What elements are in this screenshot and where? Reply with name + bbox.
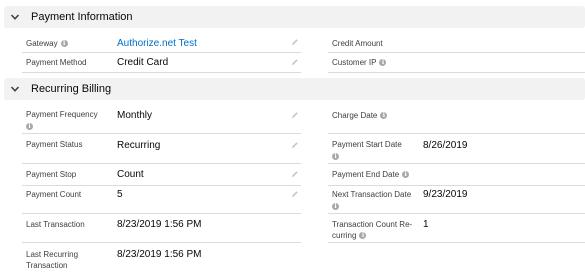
section-title: Recurring Billing (31, 83, 112, 95)
pencil-icon[interactable] (291, 58, 299, 66)
field-label-payment-method: Payment Method (26, 58, 87, 67)
chevron-down-icon (10, 11, 22, 23)
info-icon[interactable]: i (332, 153, 339, 160)
section-header-payment-information[interactable]: Payment Information (4, 6, 585, 28)
next-transaction-date-value: 9/23/2019 (423, 189, 468, 200)
payment-frequency-value: Monthly (117, 110, 153, 121)
field-label-payment-status: Payment Status (26, 140, 83, 149)
last-recurring-transaction-value: 8/23/2019 1:56 PM (117, 249, 202, 260)
field-label-last-transaction: Last Transaction (26, 220, 85, 229)
payment-status-value: Recurring (117, 140, 161, 151)
payment-count-value: 5 (117, 189, 123, 200)
pencil-icon[interactable] (291, 190, 299, 198)
section-header-recurring-billing[interactable]: Recurring Billing (4, 78, 585, 100)
gateway-link[interactable]: Authorize.net Test (117, 38, 197, 50)
payment-start-date-value: 8/26/2019 (423, 140, 468, 151)
info-icon[interactable]: i (332, 203, 339, 210)
last-transaction-value: 8/23/2019 1:56 PM (117, 219, 202, 230)
field-label-payment-start-date: Payment Start Date i (332, 140, 402, 160)
field-label-gateway: Gateway i (26, 38, 68, 49)
payment-method-value: Credit Card (117, 57, 169, 68)
info-icon[interactable]: i (359, 232, 367, 239)
info-icon[interactable]: i (60, 40, 68, 47)
transaction-count-recurring-value: 1 (423, 219, 429, 230)
info-icon[interactable]: i (402, 171, 410, 178)
field-label-payment-stop: Payment Stop (26, 170, 77, 179)
field-label-payment-end-date: Payment End Date i (332, 169, 410, 180)
pencil-icon[interactable] (291, 38, 299, 46)
pencil-icon[interactable] (291, 170, 299, 178)
pencil-icon[interactable] (291, 111, 299, 119)
field-label-credit-amount: Credit Amount (332, 39, 383, 48)
field-label-last-recurring-transaction: Last Recurring Transaction (26, 250, 79, 270)
info-icon[interactable]: i (26, 123, 33, 130)
info-icon[interactable]: i (379, 59, 387, 66)
field-label-charge-date: Charge Date i (332, 110, 388, 121)
chevron-down-icon (10, 83, 22, 95)
field-label-payment-frequency: Payment Frequency i (26, 110, 98, 130)
field-label-next-transaction-date: Next Transaction Date i (332, 190, 412, 210)
info-icon[interactable]: i (380, 112, 388, 119)
pencil-icon[interactable] (291, 141, 299, 149)
field-label-transaction-count-recurring: Transaction Count Re- curring i (332, 220, 413, 240)
section-title: Payment Information (31, 11, 133, 23)
field-label-customer-ip: Customer IP i (332, 57, 387, 68)
payment-stop-value: Count (117, 169, 144, 180)
field-label-payment-count: Payment Count (26, 190, 82, 199)
